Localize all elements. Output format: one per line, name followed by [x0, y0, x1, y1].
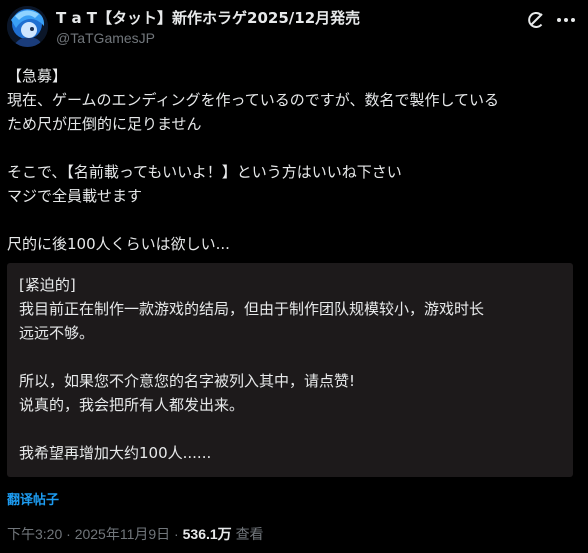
post-line [7, 208, 579, 232]
translation-line: 我目前正在制作一款游戏的结局，但由于制作团队规模较小，游戏时长 [19, 300, 485, 318]
views-label: 查看 [235, 526, 264, 542]
translation-line: 说真的，我会把所有人都发出来。 [19, 396, 245, 414]
translation-line [19, 417, 484, 441]
translate-post-link[interactable]: 翻译帖子 [7, 489, 59, 508]
more-options-icon [557, 18, 575, 22]
avatar[interactable] [7, 6, 48, 47]
author-handle[interactable]: @TaTGamesJP [56, 30, 155, 46]
post-line: そこで、【名前載ってもいいよ！】という方はいいね下さい [7, 163, 402, 181]
post-line: マジで全員載せます [7, 187, 143, 205]
author-name-row: T a T【タット】新作ホラゲ2025/12月発売 [56, 7, 360, 28]
more-options-button[interactable] [553, 8, 579, 32]
translation-line: 远远不够。 [19, 324, 95, 342]
post-line: 尺的に後100人くらいは欲しい... [7, 235, 230, 253]
translation-line: 所以，如果您不介意您的名字被列入其中，请点赞! [19, 372, 356, 390]
avatar-image [7, 6, 48, 47]
translation-line [19, 345, 484, 369]
translation-line: 我希望再增加大约100人...... [19, 444, 212, 462]
grok-icon [528, 11, 543, 28]
grok-button[interactable] [524, 8, 548, 32]
post-date[interactable]: 2025年11月9日 [75, 526, 170, 542]
post: T a T【タット】新作ホラゲ2025/12月発売 @TaTGamesJP 【急… [0, 0, 588, 553]
post-text: 【急募】 現在、ゲームのエンディングを作っているのですが、数名で製作している た… [7, 64, 579, 256]
post-line: 現在、ゲームのエンディングを作っているのですが、数名で製作している [7, 91, 500, 109]
post-meta: 下午3:20 · 2025年11月9日 · 536.1万 查看 [7, 524, 264, 544]
translation-box: [紧迫的] 我目前正在制作一款游戏的结局，但由于制作团队规模较小，游戏时长 远远… [7, 263, 573, 477]
post-line: 【急募】 [7, 67, 68, 85]
post-line: ため尺が圧倒的に足りません [7, 115, 202, 133]
display-name[interactable]: T a T【タット】新作ホラゲ2025/12月発売 [56, 9, 360, 27]
meta-separator: · [170, 526, 183, 542]
translation-text: [紧迫的] 我目前正在制作一款游戏的结局，但由于制作团队规模较小，游戏时长 远远… [19, 273, 484, 465]
post-time[interactable]: 下午3:20 [7, 526, 62, 542]
post-line [7, 136, 579, 160]
meta-separator: · [62, 526, 75, 542]
views-count: 536.1万 [182, 526, 232, 542]
translation-line: [紧迫的] [19, 276, 76, 294]
